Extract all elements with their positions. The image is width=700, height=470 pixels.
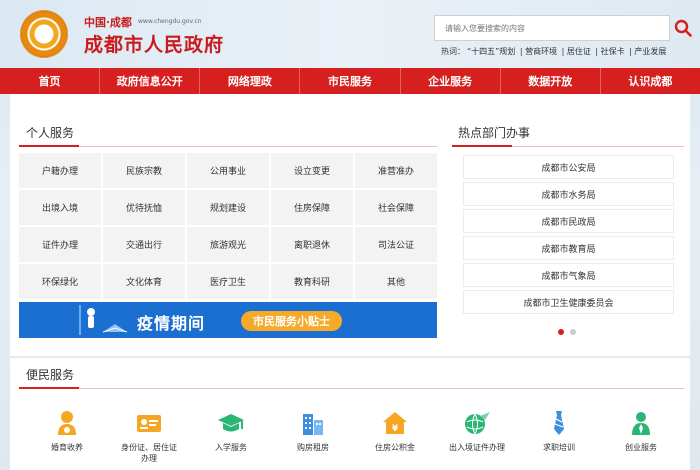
- dept-item[interactable]: 成都市教育局: [463, 236, 674, 260]
- personal-services-grid: 户籍办理 民族宗教 公用事业 设立变更 准营准办 出境入境 优待抚恤 规划建设 …: [19, 153, 437, 299]
- person-reading-icon: [19, 302, 129, 338]
- svc-label: 身份证、居住证办理: [121, 443, 177, 463]
- svc-label: 购房租房: [297, 443, 329, 452]
- service-item[interactable]: 证件办理: [19, 227, 101, 262]
- hot-link[interactable]: 居住证: [567, 47, 591, 56]
- service-item[interactable]: 公用事业: [187, 153, 269, 188]
- dept-item[interactable]: 成都市水务局: [463, 182, 674, 206]
- banner-title: 疫情期间: [137, 314, 206, 333]
- hot-link[interactable]: 产业发展: [634, 47, 666, 56]
- svc-label: 求职培训: [543, 443, 575, 452]
- service-item[interactable]: 教育科研: [271, 264, 353, 299]
- section-divider: [19, 387, 684, 389]
- svc-exit-entry[interactable]: 出入境证件办理: [436, 410, 518, 464]
- nav-item-enterprise[interactable]: 企业服务: [401, 68, 501, 94]
- logo-url: www.chengdu.gov.cn: [138, 18, 202, 25]
- search-box: [434, 15, 670, 41]
- search-button[interactable]: [672, 15, 694, 41]
- carousel-dot[interactable]: [570, 329, 576, 335]
- svc-marriage[interactable]: 婚育收养: [26, 410, 108, 464]
- service-item[interactable]: 医疗卫生: [187, 264, 269, 299]
- section-divider: [19, 145, 437, 147]
- convenience-title: 便民服务: [26, 368, 75, 382]
- svc-label: 入学服务: [215, 443, 247, 452]
- service-item[interactable]: 准营准办: [355, 153, 437, 188]
- site-header: 中国·成都 www.chengdu.gov.cn 成都市人民政府 热词：“十四五…: [0, 0, 700, 68]
- hot-link[interactable]: 社保卡: [601, 47, 625, 56]
- svc-label: 住房公积金: [375, 443, 415, 452]
- hot-link[interactable]: “十四五”规划: [467, 47, 515, 56]
- service-item[interactable]: 社会保障: [355, 190, 437, 225]
- nav-item-about[interactable]: 认识成都: [601, 68, 700, 94]
- svc-startup[interactable]: 创业服务: [600, 410, 682, 464]
- service-item[interactable]: 优待抚恤: [103, 190, 185, 225]
- svg-text:¥: ¥: [392, 424, 399, 434]
- svc-label: 创业服务: [625, 443, 657, 452]
- service-item[interactable]: 住房保障: [271, 190, 353, 225]
- dept-item[interactable]: 成都市公安局: [463, 155, 674, 179]
- hot-words-label: 热词：: [441, 47, 465, 56]
- dept-item[interactable]: 成都市卫生健康委员会: [463, 290, 674, 314]
- svc-job-training[interactable]: 求职培训: [518, 410, 600, 464]
- service-item[interactable]: 其他: [355, 264, 437, 299]
- service-item[interactable]: 设立变更: [271, 153, 353, 188]
- search-icon: [674, 19, 692, 37]
- convenience-services: 婚育收养 身份证、居住证办理 入学服务 购房租房 ¥ 住房公积金 出入境证件办理…: [26, 410, 686, 464]
- chengdu-logo-icon[interactable]: [20, 10, 68, 58]
- svc-label: 婚育收养: [51, 443, 83, 452]
- hot-link[interactable]: 营商环境: [525, 47, 557, 56]
- baby-icon: [58, 411, 76, 435]
- site-title[interactable]: 成都市人民政府: [84, 30, 224, 57]
- nav-item-open-data[interactable]: 数据开放: [501, 68, 601, 94]
- main-nav: 首页 政府信息公开 网络理政 市民服务 企业服务 数据开放 认识成都: [0, 68, 700, 94]
- service-item[interactable]: 司法公证: [355, 227, 437, 262]
- person-icon: [632, 412, 650, 435]
- tie-icon: [554, 411, 564, 435]
- dept-item[interactable]: 成都市民政局: [463, 209, 674, 233]
- nav-item-online-gov[interactable]: 网络理政: [200, 68, 301, 94]
- personal-services-title: 个人服务: [26, 126, 75, 140]
- service-item[interactable]: 民族宗教: [103, 153, 185, 188]
- service-item[interactable]: 文化体育: [103, 264, 185, 299]
- service-item[interactable]: 户籍办理: [19, 153, 101, 188]
- nav-item-citizen[interactable]: 市民服务: [300, 68, 401, 94]
- svc-id-card[interactable]: 身份证、居住证办理: [108, 410, 190, 464]
- svc-housing[interactable]: 购房租房: [272, 410, 354, 464]
- carousel-dots: [558, 329, 576, 335]
- hot-dept-list: 成都市公安局 成都市水务局 成都市民政局 成都市教育局 成都市气象局 成都市卫生…: [463, 155, 674, 317]
- hot-words: 热词： “十四五”规划 | 营商环境 | 居住证 | 社保卡 | 产业发展: [441, 47, 667, 56]
- carousel-dot-active[interactable]: [558, 329, 564, 335]
- logo-subtitle: 中国·成都: [84, 16, 132, 29]
- dept-item[interactable]: 成都市气象局: [463, 263, 674, 287]
- banner-tip-badge: 市民服务小贴士: [241, 311, 342, 331]
- id-card-icon: [137, 415, 161, 432]
- nav-item-gov-info[interactable]: 政府信息公开: [100, 68, 201, 94]
- building-icon: [303, 414, 323, 435]
- service-item[interactable]: 离职退休: [271, 227, 353, 262]
- search-input[interactable]: [435, 16, 669, 41]
- service-item[interactable]: 出境入境: [19, 190, 101, 225]
- section-divider: [452, 145, 684, 147]
- epidemic-banner[interactable]: 疫情期间 市民服务小贴士: [19, 302, 437, 338]
- svc-school[interactable]: 入学服务: [190, 410, 272, 464]
- house-icon: ¥: [383, 412, 407, 434]
- service-item[interactable]: 环保绿化: [19, 264, 101, 299]
- service-item[interactable]: 交通出行: [103, 227, 185, 262]
- svc-label: 出入境证件办理: [449, 443, 505, 452]
- svc-housing-fund[interactable]: ¥ 住房公积金: [354, 410, 436, 464]
- hot-dept-title: 热点部门办事: [458, 126, 531, 140]
- service-item[interactable]: 旅游观光: [187, 227, 269, 262]
- service-item[interactable]: 规划建设: [187, 190, 269, 225]
- nav-item-home[interactable]: 首页: [0, 68, 101, 94]
- graduation-cap-icon: [218, 414, 244, 432]
- globe-plane-icon: [465, 412, 490, 435]
